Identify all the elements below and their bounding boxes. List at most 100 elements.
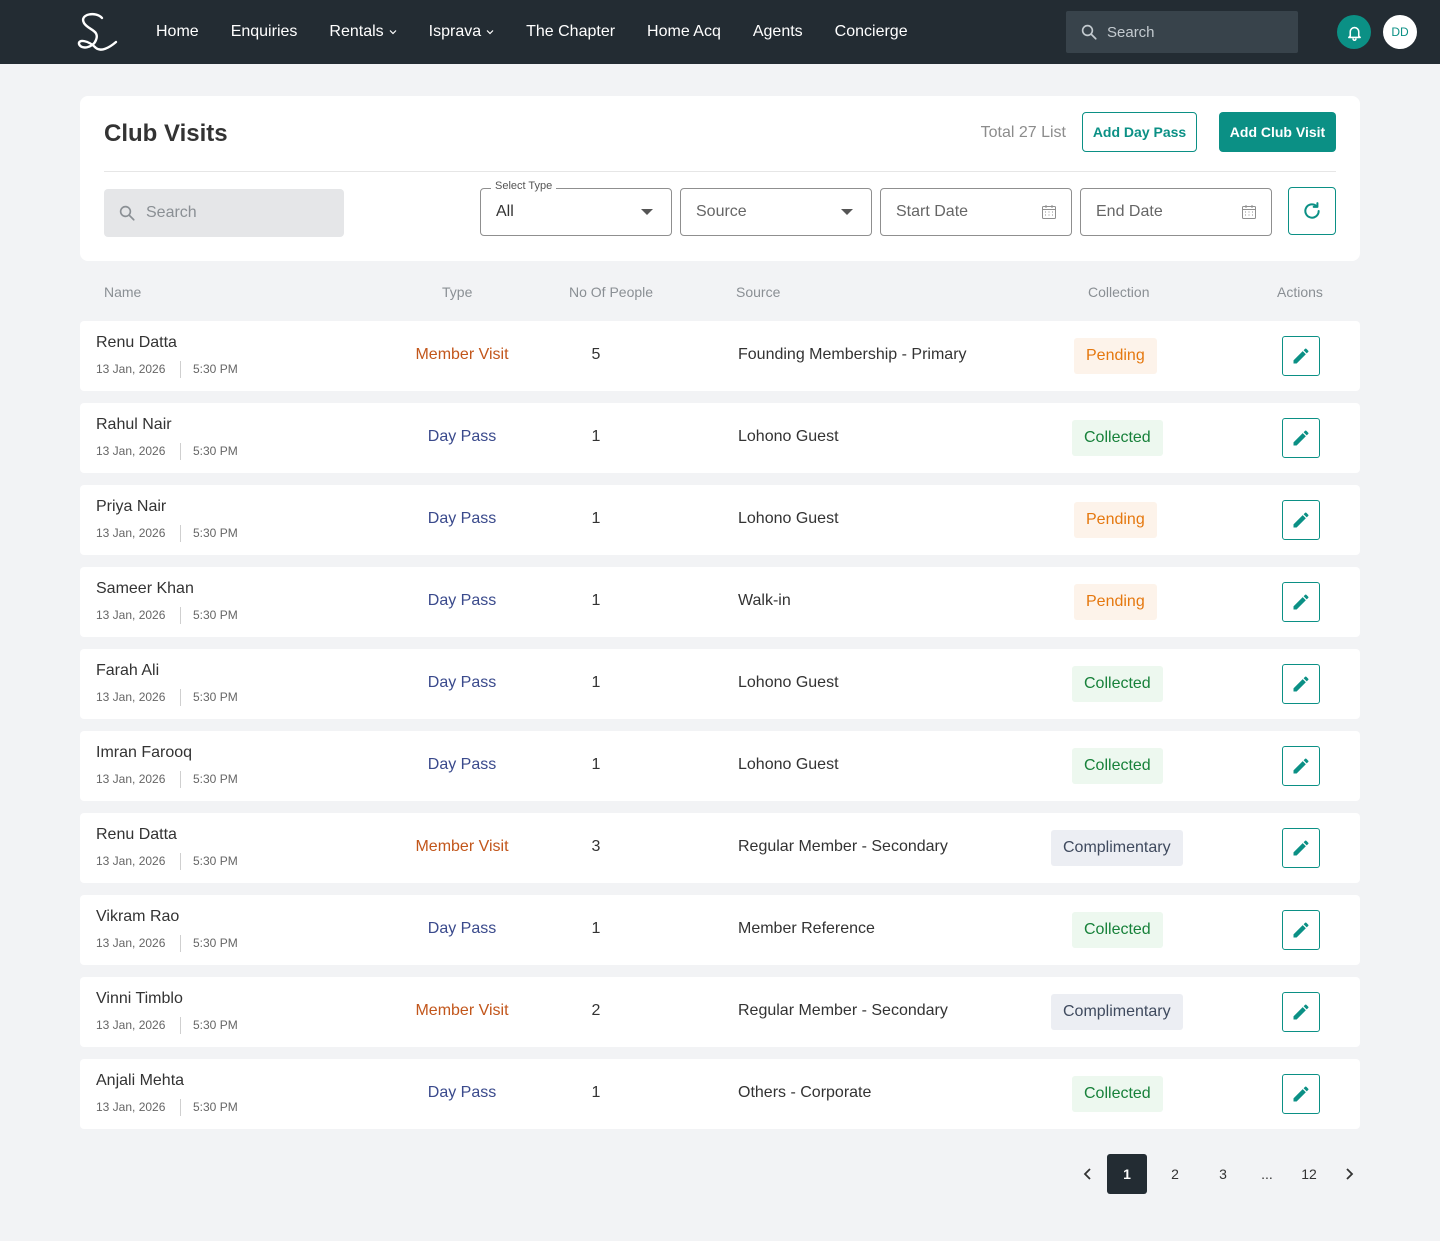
edit-button[interactable] bbox=[1282, 1074, 1320, 1114]
visit-source: Member Reference bbox=[738, 920, 875, 937]
visitor-name: Anjali Mehta bbox=[96, 1072, 185, 1089]
visit-date: 13 Jan, 2026 bbox=[96, 1100, 166, 1114]
people-count: 2 bbox=[591, 1002, 601, 1019]
visitor-name: Renu Datta bbox=[96, 826, 177, 843]
search-icon bbox=[1081, 24, 1097, 40]
visit-source: Walk-in bbox=[738, 592, 791, 609]
next-page-button[interactable] bbox=[1336, 1154, 1362, 1194]
visitor-name: Imran Farooq bbox=[96, 744, 193, 761]
table-row: Sameer Khan 13 Jan, 2026 5:30 PM Day Pass 1 W… bbox=[80, 567, 1360, 637]
add-club-visit-button[interactable]: Add Club Visit bbox=[1219, 112, 1336, 152]
visit-date: 13 Jan, 2026 bbox=[96, 690, 166, 704]
collection-status-badge: Collected bbox=[1072, 420, 1163, 456]
visit-date: 13 Jan, 2026 bbox=[96, 444, 166, 458]
visit-time: 5:30 PM bbox=[193, 526, 238, 540]
start-date-placeholder: Start Date bbox=[896, 203, 969, 220]
people-count: 1 bbox=[591, 510, 601, 527]
nav-item-rentals[interactable]: Rentals bbox=[329, 23, 397, 41]
end-date-input[interactable]: End Date bbox=[1080, 188, 1272, 236]
refresh-icon bbox=[1304, 202, 1320, 219]
people-count: 5 bbox=[591, 346, 601, 363]
logo-icon[interactable] bbox=[72, 8, 120, 56]
page-12-button[interactable]: 12 bbox=[1289, 1154, 1329, 1194]
date-time-separator bbox=[180, 853, 181, 870]
notifications-button[interactable] bbox=[1337, 15, 1371, 49]
page-2-button[interactable]: 2 bbox=[1155, 1154, 1195, 1194]
chevron-down-icon bbox=[486, 30, 494, 35]
nav-item-home-acq[interactable]: Home Acq bbox=[647, 23, 721, 41]
source-select-placeholder: Source bbox=[696, 203, 747, 220]
page-1-button[interactable]: 1 bbox=[1107, 1154, 1147, 1194]
visitor-name: Rahul Nair bbox=[96, 416, 172, 433]
column-header-actions: Actions bbox=[1277, 284, 1323, 300]
nav-item-concierge[interactable]: Concierge bbox=[835, 23, 908, 41]
edit-button[interactable] bbox=[1282, 500, 1320, 540]
visit-type: Day Pass bbox=[427, 592, 497, 609]
collection-status-badge: Collected bbox=[1072, 1076, 1163, 1112]
page-title: Club Visits bbox=[104, 120, 228, 147]
collection-status-badge: Collected bbox=[1072, 912, 1163, 948]
collection-status-badge: Collected bbox=[1072, 666, 1163, 702]
table-row: Vinni Timblo 13 Jan, 2026 5:30 PM Member Vi… bbox=[80, 977, 1360, 1047]
visit-type: Day Pass bbox=[427, 428, 497, 445]
page-3-button[interactable]: 3 bbox=[1203, 1154, 1243, 1194]
date-time-separator bbox=[180, 935, 181, 952]
avatar[interactable]: DD bbox=[1383, 15, 1417, 49]
edit-button[interactable] bbox=[1282, 992, 1320, 1032]
collection-status-badge: Complimentary bbox=[1051, 830, 1183, 866]
nav-item-home[interactable]: Home bbox=[156, 23, 199, 41]
bell-icon bbox=[1347, 26, 1361, 41]
date-time-separator bbox=[180, 361, 181, 378]
table-row: Anjali Mehta 13 Jan, 2026 5:30 PM Day Pass 1… bbox=[80, 1059, 1360, 1129]
visit-source: Regular Member - Secondary bbox=[738, 1002, 948, 1019]
filter-search-input[interactable]: Search bbox=[104, 189, 344, 237]
edit-button[interactable] bbox=[1282, 910, 1320, 950]
caret-down-icon bbox=[641, 209, 653, 215]
edit-button[interactable] bbox=[1282, 746, 1320, 786]
visit-time: 5:30 PM bbox=[193, 444, 238, 458]
edit-button[interactable] bbox=[1282, 418, 1320, 458]
visitor-name: Renu Datta bbox=[96, 334, 177, 351]
visit-date: 13 Jan, 2026 bbox=[96, 936, 166, 950]
people-count: 1 bbox=[591, 1084, 601, 1101]
edit-button[interactable] bbox=[1282, 664, 1320, 704]
add-day-pass-button[interactable]: Add Day Pass bbox=[1082, 112, 1197, 152]
nav-item-isprava[interactable]: Isprava bbox=[429, 23, 494, 41]
table-row: Vikram Rao 13 Jan, 2026 5:30 PM Day Pass 1 Me… bbox=[80, 895, 1360, 965]
pencil-icon bbox=[1293, 922, 1309, 938]
visit-source: Lohono Guest bbox=[738, 428, 839, 445]
edit-button[interactable] bbox=[1282, 336, 1320, 376]
edit-button[interactable] bbox=[1282, 582, 1320, 622]
nav-item-label: Rentals bbox=[329, 23, 384, 40]
visitor-name: Priya Nair bbox=[96, 498, 167, 515]
calendar-icon bbox=[1042, 205, 1056, 219]
source-select[interactable]: Source bbox=[680, 188, 872, 236]
top-search-input[interactable]: Search bbox=[1066, 11, 1298, 53]
refresh-button[interactable] bbox=[1288, 187, 1336, 235]
pencil-icon bbox=[1293, 1004, 1309, 1020]
visit-source: Regular Member - Secondary bbox=[738, 838, 948, 855]
search-icon bbox=[119, 205, 135, 221]
collection-status-badge: Pending bbox=[1074, 502, 1157, 538]
column-header-name: Name bbox=[104, 284, 142, 300]
nav-item-label: Home Acq bbox=[647, 23, 721, 40]
nav-item-enquiries[interactable]: Enquiries bbox=[231, 23, 298, 41]
visit-time: 5:30 PM bbox=[193, 690, 238, 704]
visit-source: Others - Corporate bbox=[738, 1084, 872, 1101]
previous-page-button[interactable] bbox=[1075, 1154, 1101, 1194]
people-count: 3 bbox=[591, 838, 601, 855]
nav-item-the-chapter[interactable]: The Chapter bbox=[526, 23, 615, 41]
edit-button[interactable] bbox=[1282, 828, 1320, 868]
people-count: 1 bbox=[591, 674, 601, 691]
start-date-input[interactable]: Start Date bbox=[880, 188, 1072, 236]
people-count: 1 bbox=[591, 428, 601, 445]
filter-search-placeholder: Search bbox=[146, 204, 197, 221]
type-select[interactable]: Select Type All bbox=[480, 180, 672, 236]
nav-item-agents[interactable]: Agents bbox=[753, 23, 803, 41]
date-time-separator bbox=[180, 1017, 181, 1034]
people-count: 1 bbox=[591, 592, 601, 609]
chevron-right-icon bbox=[1346, 1168, 1354, 1180]
collection-status-badge: Collected bbox=[1072, 748, 1163, 784]
visit-type: Member Visit bbox=[415, 838, 509, 855]
pencil-icon bbox=[1293, 512, 1309, 528]
